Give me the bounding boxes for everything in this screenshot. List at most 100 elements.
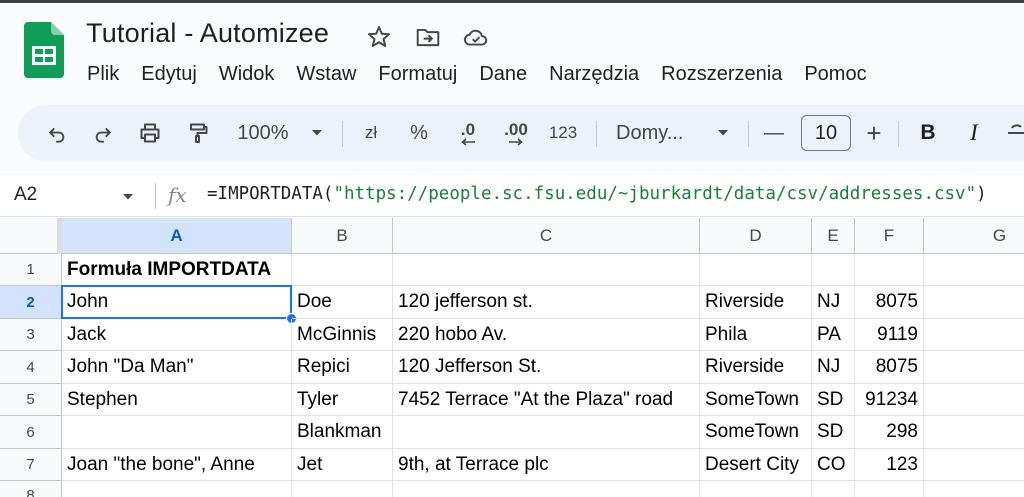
row-header-8[interactable]: 8 — [0, 481, 62, 497]
cloud-saved-icon[interactable] — [463, 24, 489, 50]
cell-e5[interactable]: SD — [812, 384, 855, 416]
column-header-b[interactable]: B — [292, 218, 393, 254]
cell-d4[interactable]: Riverside — [700, 351, 812, 384]
cell-g3[interactable] — [924, 319, 1024, 351]
cell-a7[interactable]: Joan "the bone", Anne — [62, 449, 292, 481]
cell-b7[interactable]: Jet — [292, 449, 393, 481]
star-icon[interactable] — [366, 24, 392, 50]
cell-f2[interactable]: 8075 — [855, 286, 924, 319]
cell-d7[interactable]: Desert City — [700, 449, 812, 481]
cell-f3[interactable]: 9119 — [855, 319, 924, 351]
chevron-down-icon[interactable] — [122, 193, 134, 201]
zoom-dropdown[interactable] — [306, 105, 328, 161]
cell-c8[interactable] — [393, 481, 700, 497]
cell-b6[interactable]: Blankman — [292, 416, 393, 449]
cell-f4[interactable]: 8075 — [855, 351, 924, 384]
cell-e1[interactable] — [812, 254, 855, 286]
move-to-folder-icon[interactable] — [415, 24, 441, 50]
cell-c2[interactable]: 120 jefferson st. — [393, 286, 700, 319]
cell-d3[interactable]: Phila — [700, 319, 812, 351]
cell-b4[interactable]: Repici — [292, 351, 393, 384]
menu-insert[interactable]: Wstaw — [285, 60, 367, 88]
font-size-input[interactable]: 10 — [801, 115, 851, 151]
row-header-2[interactable]: 2 — [0, 286, 62, 319]
strikethrough-button[interactable] — [1004, 105, 1024, 161]
column-header-a[interactable]: A — [62, 218, 292, 254]
cell-b2[interactable]: Doe — [292, 286, 393, 319]
cell-g2[interactable] — [924, 286, 1024, 319]
document-title[interactable]: Tutorial - Automizee — [86, 18, 329, 49]
menu-data[interactable]: Dane — [468, 60, 538, 88]
menu-help[interactable]: Pomoc — [793, 60, 877, 88]
cell-d5[interactable]: SomeTown — [700, 384, 812, 416]
decrease-decimal-button[interactable]: .0 — [450, 105, 486, 161]
cell-d2[interactable]: Riverside — [700, 286, 812, 319]
decrease-font-size-button[interactable]: — — [762, 105, 786, 161]
cell-d6[interactable]: SomeTown — [700, 416, 812, 449]
name-box[interactable]: A2 — [14, 184, 37, 206]
cell-f7[interactable]: 123 — [855, 449, 924, 481]
column-header-e[interactable]: E — [812, 218, 855, 254]
column-header-g[interactable]: G — [924, 218, 1024, 254]
cell-g4[interactable] — [924, 351, 1024, 384]
cell-a1[interactable]: Formuła IMPORTDATA — [62, 254, 292, 286]
cell-c6[interactable] — [393, 416, 700, 449]
menu-view[interactable]: Widok — [208, 60, 286, 88]
percent-format-button[interactable]: % — [404, 105, 434, 161]
menu-file[interactable]: Plik — [76, 60, 130, 88]
font-family-dropdown[interactable] — [712, 105, 734, 161]
row-header-5[interactable]: 5 — [0, 384, 62, 416]
font-family-select[interactable]: Domy... — [610, 105, 700, 161]
cell-f5[interactable]: 91234 — [855, 384, 924, 416]
cell-f1[interactable] — [855, 254, 924, 286]
cell-d1[interactable] — [700, 254, 812, 286]
cell-g1[interactable] — [924, 254, 1024, 286]
cell-g7[interactable] — [924, 449, 1024, 481]
select-all-corner[interactable] — [0, 218, 62, 254]
row-header-6[interactable]: 6 — [0, 416, 62, 449]
increase-decimal-button[interactable]: .00 — [496, 105, 536, 161]
cell-a3[interactable]: Jack — [62, 319, 292, 351]
row-header-7[interactable]: 7 — [0, 449, 62, 481]
bold-button[interactable]: B — [914, 105, 942, 161]
cell-d8[interactable] — [700, 481, 812, 497]
cell-b1[interactable] — [292, 254, 393, 286]
cell-f8[interactable] — [855, 481, 924, 497]
undo-button[interactable] — [42, 105, 72, 161]
sheets-logo[interactable] — [24, 22, 64, 78]
cell-c7[interactable]: 9th, at Terrace plc — [393, 449, 700, 481]
cell-a8[interactable] — [62, 481, 292, 497]
cell-a2[interactable]: John — [62, 286, 292, 319]
more-formats-button[interactable]: 123 — [544, 105, 582, 161]
italic-button[interactable]: I — [960, 105, 988, 161]
cell-b3[interactable]: McGinnis — [292, 319, 393, 351]
menu-extensions[interactable]: Rozszerzenia — [650, 60, 793, 88]
cell-e4[interactable]: NJ — [812, 351, 855, 384]
column-header-c[interactable]: C — [393, 218, 700, 254]
zoom-select[interactable]: 100% — [230, 105, 296, 161]
column-header-f[interactable]: F — [855, 218, 924, 254]
menu-edit[interactable]: Edytuj — [130, 60, 208, 88]
cell-g8[interactable] — [924, 481, 1024, 497]
menu-tools[interactable]: Narzędzia — [538, 60, 650, 88]
cell-e8[interactable] — [812, 481, 855, 497]
cell-a6[interactable] — [62, 416, 292, 449]
row-header-1[interactable]: 1 — [0, 254, 62, 286]
cell-e6[interactable]: SD — [812, 416, 855, 449]
cell-c4[interactable]: 120 Jefferson St. — [393, 351, 700, 384]
cell-f6[interactable]: 298 — [855, 416, 924, 449]
column-header-d[interactable]: D — [700, 218, 812, 254]
cell-c1[interactable] — [393, 254, 700, 286]
formula-input[interactable]: =IMPORTDATA("https://people.sc.fsu.edu/~… — [207, 184, 987, 204]
redo-button[interactable] — [88, 105, 118, 161]
cell-g6[interactable] — [924, 416, 1024, 449]
cell-c3[interactable]: 220 hobo Av. — [393, 319, 700, 351]
cell-e3[interactable]: PA — [812, 319, 855, 351]
cell-e2[interactable]: NJ — [812, 286, 855, 319]
cell-a4[interactable]: John "Da Man" — [62, 351, 292, 384]
menu-format[interactable]: Formatuj — [367, 60, 468, 88]
increase-font-size-button[interactable]: + — [862, 105, 886, 161]
paint-format-button[interactable] — [182, 105, 214, 161]
cell-g5[interactable] — [924, 384, 1024, 416]
currency-format-button[interactable]: zł — [356, 105, 386, 161]
